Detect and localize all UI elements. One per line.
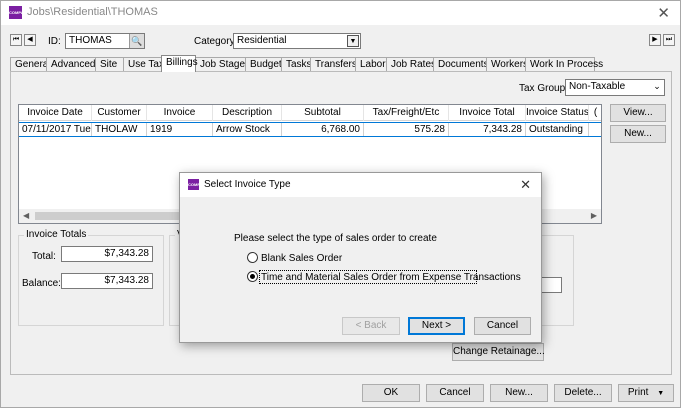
column-header[interactable]: Invoice [147,105,213,121]
next-record-button[interactable]: ▶ [649,34,661,46]
tax-group-value: Non-Taxable [569,81,626,92]
print-label: Print [627,387,649,398]
id-value: THOMAS [69,35,112,46]
balance-label: Balance: [22,278,61,289]
total-label: Total: [32,251,56,262]
balance-field: $7,343.28 [61,273,153,289]
tab-use-tax[interactable]: Use Tax [123,57,164,72]
table-cell: 1919 [147,123,213,136]
invoice-grid-header: Invoice Date Customer Invoice Description Su… [19,105,601,121]
previous-record-button[interactable]: ◀ [24,34,36,46]
window-close-icon[interactable]: ✕ [657,4,670,22]
table-cell: 6,768.00 [282,123,364,136]
table-cell: THOLAW [92,123,147,136]
change-retainage-button[interactable]: Change Retainage... [452,343,545,361]
select-invoice-type-dialog: COMPANY Select Invoice Type ✕ Please sel… [179,172,542,343]
category-value: Residential [237,35,287,46]
tab-budget[interactable]: Budget [245,57,282,72]
invoice-totals-title: Invoice Totals [24,229,89,240]
tab-work-in-process[interactable]: Work In Process [525,57,603,72]
chevron-down-icon[interactable]: ▼ [347,35,359,47]
table-cell: 07/11/2017 Tue [19,123,92,136]
dialog-close-icon[interactable]: ✕ [520,177,531,193]
tab-documents[interactable]: Documents [433,57,489,72]
tab-tasks[interactable]: Tasks [281,57,312,72]
column-header[interactable]: Description [213,105,282,121]
column-header[interactable]: ( [589,105,601,121]
cancel-button[interactable]: Cancel [426,384,484,402]
id-label: ID: [48,36,61,47]
column-header[interactable]: Customer [92,105,147,121]
tax-group-select[interactable]: Non-Taxable ⌄ [565,79,665,96]
column-header[interactable]: Invoice Total [449,105,526,121]
category-select[interactable]: Residential ▼ [233,33,361,49]
scroll-right-icon[interactable]: ▶ [591,211,597,220]
tab-workers[interactable]: Workers [486,57,528,72]
next-button[interactable]: Next > [408,317,465,335]
tab-site[interactable]: Site [95,57,124,72]
view-invoice-button[interactable]: View... [610,104,666,122]
app-logo-icon: COMPANY [9,6,29,19]
first-record-button[interactable]: ⏮ [10,34,22,46]
window-titlebar: COMPANY Jobs\Residential\THOMAS ✕ [1,1,680,25]
column-header[interactable]: Subtotal [282,105,364,121]
print-button[interactable]: Print ▼ [618,384,674,402]
retainage-field[interactable] [541,277,562,293]
tab-transfers[interactable]: Transfers [310,57,357,72]
scroll-left-icon[interactable]: ◀ [23,211,29,220]
new-record-button[interactable]: New... [490,384,548,402]
dialog-cancel-button[interactable]: Cancel [474,317,531,335]
column-header[interactable]: Invoice Date [19,105,92,121]
chevron-down-icon[interactable]: ⌄ [651,81,663,93]
id-lookup-icon[interactable]: 🔍 [129,34,144,48]
table-cell: 575.28 [364,123,449,136]
delete-button[interactable]: Delete... [554,384,612,402]
table-row[interactable]: 07/11/2017 Tue THOLAW 1919 Arrow Stock 6,768… [19,122,601,137]
tax-group-label: Tax Group: [519,83,568,94]
tab-job-stages[interactable]: Job Stages [195,57,250,72]
table-cell: Arrow Stock [213,123,282,136]
tab-labor[interactable]: Labor [355,57,387,72]
total-value: $7,343.28 [104,248,150,259]
ok-button[interactable]: OK [362,384,420,402]
table-cell [589,123,601,136]
tab-billings[interactable]: Billings [161,55,198,72]
column-header[interactable]: Tax/Freight/Etc [364,105,449,121]
window-title: Jobs\Residential\THOMAS [27,6,158,18]
option-label-blank[interactable]: Blank Sales Order [261,253,342,264]
last-record-button[interactable]: ⏭ [663,34,675,46]
app-logo-icon: COMPANY [188,179,208,190]
dialog-title: Select Invoice Type [204,179,291,190]
balance-value: $7,343.28 [104,275,150,286]
tab-general[interactable]: General [10,57,51,72]
dialog-titlebar: COMPANY Select Invoice Type ✕ [180,173,541,197]
dialog-prompt: Please select the type of sales order to… [234,233,437,244]
total-field: $7,343.28 [61,246,153,262]
tab-job-rates[interactable]: Job Rates [386,57,436,72]
category-label: Category: [194,36,238,47]
table-cell: Outstanding [526,123,589,136]
tab-strip: General Advanced Site Use Tax Billings Job St… [10,55,603,72]
column-header[interactable]: Invoice Status [526,105,589,121]
option-label-time-material[interactable]: Time and Material Sales Order from Expen… [261,272,521,283]
tab-advanced[interactable]: Advanced [46,57,96,72]
table-cell: 7,343.28 [449,123,526,136]
chevron-down-icon[interactable]: ▼ [657,390,664,397]
back-button[interactable]: < Back [342,317,400,335]
radio-blank-sales-order[interactable] [247,252,258,263]
radio-time-and-material[interactable] [247,271,258,282]
new-invoice-button[interactable]: New... [610,125,666,143]
